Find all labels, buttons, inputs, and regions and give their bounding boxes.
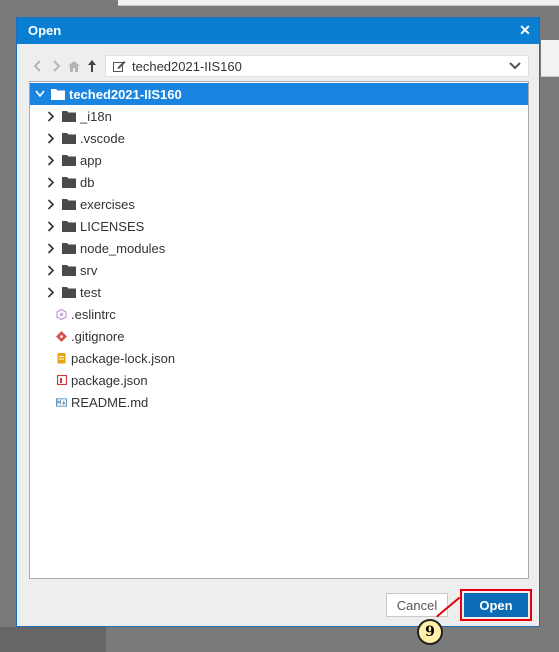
open-dialog: Open ✕ teched2021-IIS160 teched2021-IIS1…	[16, 17, 540, 627]
chevron-right-icon[interactable]	[44, 285, 58, 299]
tree-folder-item[interactable]: test	[30, 281, 528, 303]
markdown-icon	[56, 396, 67, 408]
npm-icon	[56, 374, 67, 386]
folder-icon	[62, 133, 76, 144]
tree-root-label: teched2021-IIS160	[69, 86, 182, 102]
folder-icon	[62, 111, 76, 122]
chevron-right-icon[interactable]	[44, 153, 58, 167]
chevron-right-icon[interactable]	[47, 56, 65, 76]
home-icon[interactable]	[65, 56, 83, 76]
tree-file-item[interactable]: .gitignore	[30, 325, 528, 347]
background-panel-edge	[541, 40, 559, 77]
tree-file-item[interactable]: package.json	[30, 369, 528, 391]
tree-folder-label: node_modules	[80, 240, 166, 256]
tree-folder-item[interactable]: .vscode	[30, 127, 528, 149]
tree-file-label: package-lock.json	[71, 350, 176, 366]
chevron-right-icon[interactable]	[44, 219, 58, 233]
git-icon	[56, 330, 67, 342]
json-lock-icon	[56, 352, 67, 364]
eslint-icon	[56, 308, 67, 320]
close-icon[interactable]: ✕	[517, 21, 533, 39]
chevron-right-icon[interactable]	[44, 197, 58, 211]
folder-icon	[62, 199, 76, 210]
folder-tree[interactable]: teched2021-IIS160 _i18n .vscode app db exerc…	[29, 81, 529, 579]
tree-file-item[interactable]: README.md	[30, 391, 528, 413]
tree-folder-item[interactable]: app	[30, 149, 528, 171]
tree-folder-item[interactable]: exercises	[30, 193, 528, 215]
tree-file-label: README.md	[71, 394, 149, 410]
tree-folder-label: db	[80, 174, 95, 190]
path-selector[interactable]: teched2021-IIS160	[105, 55, 529, 77]
folder-icon	[62, 287, 76, 298]
tree-folder-item[interactable]: db	[30, 171, 528, 193]
tree-folder-item[interactable]: _i18n	[30, 105, 528, 127]
chevron-right-icon[interactable]	[44, 131, 58, 145]
chevron-right-icon[interactable]	[44, 263, 58, 277]
chevron-right-icon[interactable]	[44, 175, 58, 189]
chevron-left-icon[interactable]	[29, 56, 47, 76]
arrow-up-icon[interactable]	[83, 56, 101, 76]
tree-folder-item[interactable]: LICENSES	[30, 215, 528, 237]
tree-root-folder[interactable]: teched2021-IIS160	[30, 83, 528, 105]
tree-file-item[interactable]: .eslintrc	[30, 303, 528, 325]
folder-icon	[62, 155, 76, 166]
tree-folder-label: .vscode	[80, 130, 125, 146]
tree-file-label: package.json	[71, 372, 148, 388]
dialog-title: Open	[28, 23, 62, 38]
chevron-right-icon[interactable]	[44, 241, 58, 255]
dialog-titlebar: Open ✕	[17, 18, 539, 44]
tree-folder-label: exercises	[80, 196, 135, 212]
folder-icon	[62, 177, 76, 188]
edit-icon[interactable]	[110, 57, 128, 75]
tree-file-label: .gitignore	[71, 328, 125, 344]
tree-file-item[interactable]: package-lock.json	[30, 347, 528, 369]
chevron-down-icon[interactable]	[508, 59, 522, 73]
tree-folder-item[interactable]: srv	[30, 259, 528, 281]
background-window-edge	[118, 0, 559, 6]
chevron-right-icon[interactable]	[44, 109, 58, 123]
folder-icon	[62, 265, 76, 276]
chevron-down-icon[interactable]	[33, 87, 47, 101]
tree-folder-label: app	[80, 152, 102, 168]
open-button[interactable]: Open	[464, 593, 528, 617]
background-bottom-panel	[0, 627, 106, 652]
path-navbar: teched2021-IIS160	[29, 55, 529, 77]
tree-folder-label: _i18n	[80, 108, 112, 124]
tree-folder-item[interactable]: node_modules	[30, 237, 528, 259]
tree-file-label: .eslintrc	[71, 306, 116, 322]
folder-icon	[51, 89, 65, 100]
folder-icon	[62, 243, 76, 254]
tree-folder-label: LICENSES	[80, 218, 145, 234]
current-path: teched2021-IIS160	[132, 58, 242, 74]
folder-icon	[62, 221, 76, 232]
step-number-badge: 9	[417, 619, 443, 645]
tree-folder-label: srv	[80, 262, 98, 278]
tree-folder-label: test	[80, 284, 101, 300]
